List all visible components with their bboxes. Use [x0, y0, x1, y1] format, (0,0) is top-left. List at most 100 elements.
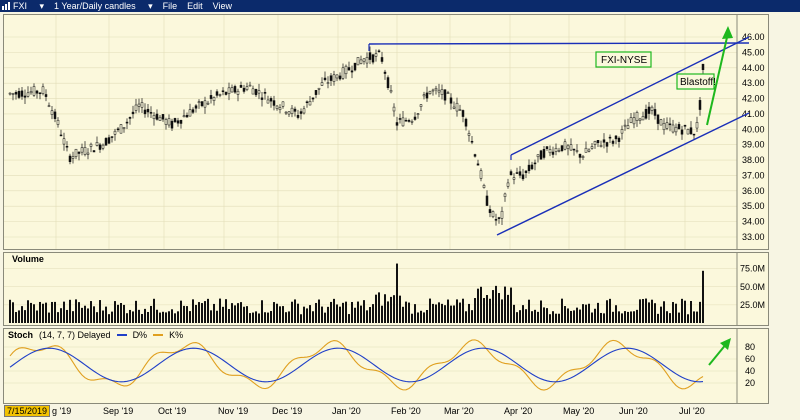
x-label-oct: Oct '19 [158, 406, 187, 416]
volume-bar [438, 302, 440, 323]
volume-bar [504, 286, 506, 323]
menu-edit[interactable]: Edit [187, 1, 203, 11]
candle-body [416, 113, 420, 115]
volume-bar [186, 306, 188, 323]
candle-body [668, 123, 672, 126]
candle-body [224, 91, 228, 95]
candle-body [116, 128, 120, 131]
timeframe-dropdown[interactable]: 1 Year/Daily candles ▾ [54, 1, 153, 12]
price-tick-label: 39.00 [742, 140, 765, 150]
candle-body [494, 219, 498, 221]
candle-body [239, 85, 243, 88]
volume-bar [432, 303, 434, 323]
volume-bar [306, 308, 308, 323]
candle-body [437, 89, 441, 93]
volume-bar [48, 312, 50, 323]
volume-bar [96, 312, 98, 323]
volume-bar [579, 309, 581, 323]
candle-body [23, 95, 27, 98]
candle-body [89, 143, 93, 147]
volume-bar [525, 309, 527, 323]
candle-body [44, 94, 48, 97]
candle-body [473, 154, 477, 157]
candle-body [539, 150, 543, 160]
volume-bar [225, 299, 227, 323]
candle-body [281, 101, 285, 107]
volume-bar [564, 306, 566, 323]
menu-file[interactable]: File [163, 1, 178, 11]
candle-body [536, 154, 540, 158]
volume-bar [492, 290, 494, 323]
candle-body [200, 101, 204, 107]
candle-body [470, 140, 474, 143]
volume-bar [189, 311, 191, 323]
candle-body [158, 116, 162, 121]
volume-bar [108, 314, 110, 323]
x-label-jun: Jun '20 [619, 406, 648, 416]
menu-view[interactable]: View [213, 1, 232, 11]
volume-bar [291, 301, 293, 323]
candle-body [56, 119, 60, 125]
volume-bar [138, 309, 140, 323]
volume-bar [87, 308, 89, 323]
volume-bar [39, 301, 41, 323]
candle-body [479, 170, 483, 179]
volume-bar [342, 302, 344, 323]
volume-bar [54, 301, 56, 323]
candle-body [104, 138, 108, 146]
candle-body [509, 171, 513, 175]
candle-body [215, 91, 219, 96]
candle-body [563, 141, 567, 150]
volume-bar [657, 313, 659, 323]
volume-bar [435, 304, 437, 323]
volume-bar [294, 299, 296, 323]
price-tick-label: 43.00 [742, 78, 765, 88]
volume-bar [501, 299, 503, 323]
candle-body [233, 86, 237, 93]
candle-body [32, 86, 36, 96]
candle-body [167, 118, 171, 126]
volume-bar [330, 301, 332, 323]
candle-body [632, 117, 636, 125]
volume-bar [372, 304, 374, 323]
candle-body [347, 67, 351, 71]
volume-bar [666, 311, 668, 323]
volume-bar [633, 311, 635, 323]
volume-bar [459, 302, 461, 323]
price-tick-label: 38.00 [742, 155, 765, 165]
volume-bar [123, 304, 125, 323]
candle-body [332, 74, 336, 82]
candle-body [665, 122, 669, 129]
volume-bar [396, 263, 398, 323]
volume-bar [297, 303, 299, 323]
volume-bar [546, 308, 548, 323]
volume-bar [72, 311, 74, 323]
volume-bar [552, 311, 554, 323]
volume-bar [384, 294, 386, 323]
candle-body [20, 90, 24, 97]
candle-body [659, 119, 663, 126]
candle-body [443, 89, 447, 101]
candle-body [251, 88, 255, 95]
candle-body [407, 120, 411, 122]
candle-body [605, 142, 609, 147]
volume-bar [267, 312, 269, 323]
symbol-dropdown[interactable]: FXI ▾ [13, 1, 44, 12]
volume-bar [348, 314, 350, 323]
volume-bar [699, 301, 701, 323]
candle-body [425, 92, 429, 99]
volume-bar [21, 306, 23, 323]
candle-body [131, 111, 135, 115]
stoch-tick-label: 80 [745, 342, 755, 352]
volume-panel: Volume 75.0M 50.0M 25.0M [3, 252, 769, 326]
volume-bar [393, 295, 395, 323]
candle-body [80, 147, 84, 153]
volume-bar [381, 305, 383, 323]
candle-body [194, 105, 198, 109]
volume-bar [252, 312, 254, 323]
price-chart: 46.00 45.00 44.00 43.00 42.00 41.00 40.00 39.00… [4, 15, 768, 249]
candle-body [242, 87, 246, 92]
candle-body [449, 97, 453, 104]
volume-bar [24, 310, 26, 323]
volume-bar [264, 312, 266, 323]
